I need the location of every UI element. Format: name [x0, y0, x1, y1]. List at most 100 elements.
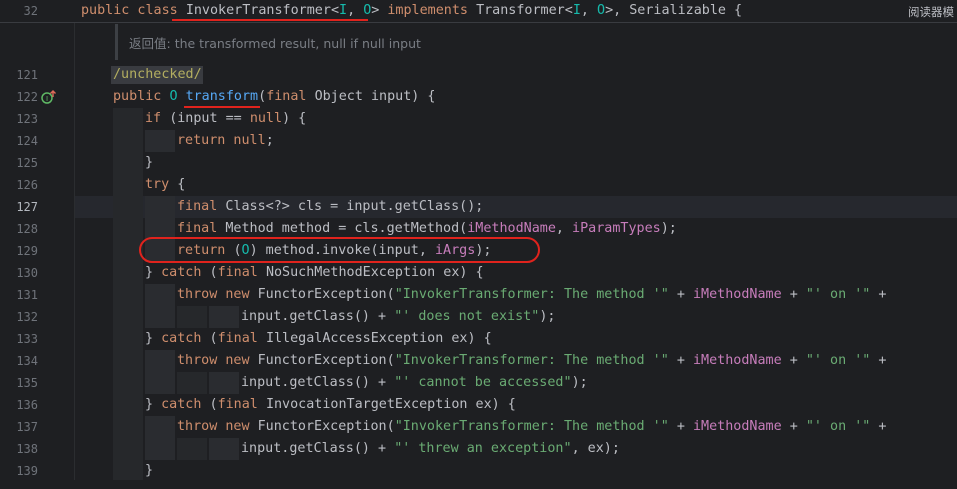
- indent-guide: [113, 174, 143, 196]
- line-number: 125: [16, 156, 38, 170]
- code-token: final: [177, 199, 226, 214]
- code-token: iMethodName: [692, 287, 782, 302]
- code-token: final: [266, 89, 315, 104]
- code-line[interactable]: }: [145, 152, 153, 174]
- indent-guide: [209, 438, 239, 460]
- code-line[interactable]: throw new FunctorException("InvokerTrans…: [177, 284, 886, 306]
- code-token: }: [145, 463, 154, 478]
- code-token: if: [145, 111, 170, 126]
- indent-guide: [177, 372, 207, 394]
- code-line[interactable]: /unchecked/: [113, 64, 202, 86]
- doc-hint-text: the transformed result, null if null inp…: [170, 36, 421, 51]
- code-line[interactable]: if (input == null) {: [145, 108, 306, 130]
- indent-guide: [113, 130, 143, 152]
- indent-guide: [209, 306, 239, 328]
- code-token: (: [209, 397, 218, 412]
- code-token: try: [145, 177, 178, 192]
- code-line[interactable]: } catch (final NoSuchMethodException ex)…: [145, 262, 484, 284]
- underline-class-name: [172, 19, 368, 21]
- code-token: return null: [177, 133, 266, 148]
- indent-guide: [177, 306, 207, 328]
- code-token: }: [145, 265, 162, 280]
- code-line[interactable]: } catch (final InvocationTargetException…: [145, 394, 516, 416]
- code-token: "InvokerTransformer: The method '": [394, 419, 669, 434]
- indent-guide: [113, 306, 143, 328]
- line-number: 127: [16, 200, 38, 214]
- code-token: final: [217, 397, 266, 412]
- code-token: final: [177, 221, 226, 236]
- indent-guide: [177, 438, 207, 460]
- line-number: 121: [16, 68, 38, 82]
- code-token: iMethodName: [692, 353, 782, 368]
- code-token: }: [145, 155, 154, 170]
- code-token: I: [572, 3, 581, 18]
- code-token: implements: [387, 3, 477, 18]
- code-token: catch: [161, 331, 210, 346]
- code-token: FunctorException(: [257, 353, 395, 368]
- code-token: "' cannot be accessed": [394, 375, 572, 390]
- indent-guide: [145, 196, 175, 218]
- line-number: 128: [16, 222, 38, 236]
- code-token: }: [145, 397, 162, 412]
- code-line[interactable]: throw new FunctorException("InvokerTrans…: [177, 350, 886, 372]
- code-token: "' on '": [805, 287, 871, 302]
- code-token: iMethodName: [692, 419, 782, 434]
- line-number: 139: [16, 464, 38, 478]
- code-token: null: [249, 111, 283, 126]
- code-token: input.getClass() +: [241, 309, 395, 324]
- code-token: Class<?> cls = input.getClass();: [225, 199, 484, 214]
- code-token: }: [145, 331, 162, 346]
- override-implement-icon[interactable]: I: [41, 89, 57, 105]
- code-token: );: [660, 221, 677, 236]
- code-line[interactable]: } catch (final IllegalAccessException ex…: [145, 328, 492, 350]
- code-token: input.getClass() +: [241, 375, 395, 390]
- code-token: NoSuchMethodException ex) {: [265, 265, 484, 280]
- code-token: <: [330, 3, 339, 18]
- code-token: throw new: [177, 353, 258, 368]
- code-line[interactable]: public O transform(final Object input) {: [113, 86, 436, 108]
- code-token: ;: [265, 133, 274, 148]
- code-token: +: [781, 353, 806, 368]
- code-line[interactable]: final Class<?> cls = input.getClass();: [177, 196, 483, 218]
- code-line[interactable]: return null;: [177, 130, 274, 152]
- code-line[interactable]: throw new FunctorException("InvokerTrans…: [177, 416, 886, 438]
- line-number: 129: [16, 244, 38, 258]
- code-token: O: [597, 3, 606, 18]
- code-line[interactable]: input.getClass() + "' threw an exception…: [241, 438, 620, 460]
- line-number: 123: [16, 112, 38, 126]
- code-token: +: [870, 353, 887, 368]
- indent-guide: [113, 438, 143, 460]
- indent-guide: [145, 350, 175, 372]
- code-token: +: [668, 287, 693, 302]
- indent-guide: [113, 372, 143, 394]
- code-token: (: [209, 265, 218, 280]
- code-token: final: [217, 265, 266, 280]
- indent-guide: [145, 372, 175, 394]
- code-token: throw new: [177, 419, 258, 434]
- code-token: +: [781, 287, 806, 302]
- indent-guide: [113, 460, 143, 482]
- code-line[interactable]: try {: [145, 174, 185, 196]
- code-token: +: [668, 353, 693, 368]
- doc-hint: 返回值: the transformed result, null if nul…: [129, 33, 421, 52]
- code-token: catch: [161, 265, 210, 280]
- doc-hint-bar: [115, 24, 118, 60]
- code-token: catch: [161, 397, 210, 412]
- line-number: 137: [16, 420, 38, 434]
- code-token: >, Serializable {: [605, 3, 743, 18]
- code-token: InvokerTransformer: [185, 3, 331, 18]
- code-line[interactable]: input.getClass() + "' cannot be accessed…: [241, 372, 588, 394]
- indent-guide: [145, 130, 175, 152]
- line-number: 130: [16, 266, 38, 280]
- reader-mode-tab[interactable]: 阅读器模: [908, 4, 957, 22]
- indent-guide: [145, 438, 175, 460]
- code-token: ,: [347, 3, 364, 18]
- code-token: Transformer<: [476, 3, 573, 18]
- indent-guide: [145, 416, 175, 438]
- code-token: /unchecked/: [113, 67, 202, 82]
- indent-guide: [113, 262, 143, 284]
- indent-guide: [145, 284, 175, 306]
- code-token: final: [217, 331, 266, 346]
- code-line[interactable]: input.getClass() + "' does not exist");: [241, 306, 555, 328]
- code-line[interactable]: }: [145, 460, 153, 482]
